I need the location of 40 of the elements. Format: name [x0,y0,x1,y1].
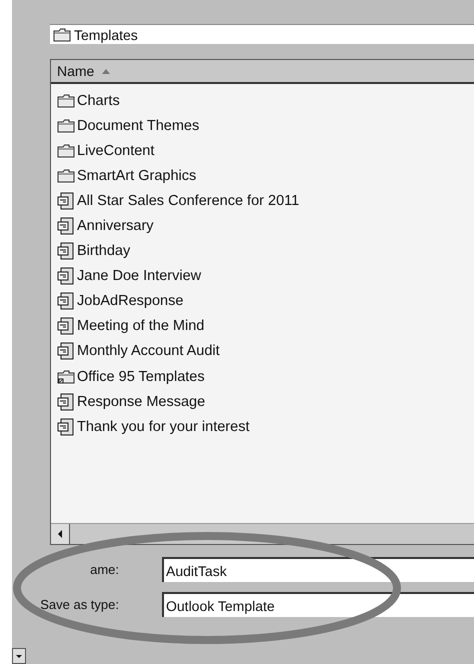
file-list-item[interactable]: JobAdResponse [51,288,474,314]
save-as-type-label: Save as type: [40,597,119,612]
template-icon [57,242,75,260]
file-list-item[interactable]: Monthly Account Audit [51,338,474,364]
template-icon [57,267,75,286]
folder-path-text: Templates [74,26,138,42]
file-list-item[interactable]: Charts [51,88,474,114]
caret-icon [16,654,22,658]
file-list-item[interactable]: All Star Sales Conference for 2011 [51,188,474,214]
template-icon [57,292,75,310]
folder-icon [57,118,75,133]
file-name-label: ame: [90,562,119,577]
file-list-item[interactable]: LiveContent [51,138,474,164]
folder-icon [57,94,75,108]
scroll-left-button[interactable] [51,524,70,544]
file-list-item[interactable]: Meeting of the Mind [51,314,474,339]
file-list-item[interactable]: Anniversary [51,213,474,239]
template-icon [57,217,75,236]
left-arrow-icon [58,530,62,538]
file-list-item[interactable]: SmartArt Graphics [51,163,474,188]
template-icon [57,342,75,360]
file-list-item[interactable]: Jane Doe Interview [51,264,474,289]
folder-icon [57,168,75,183]
file-list-item[interactable]: Birthday [51,238,474,264]
template-icon [57,317,75,336]
template-icon [57,418,75,436]
dropdown-button[interactable] [12,648,26,664]
template-icon [57,192,75,210]
file-list-item[interactable]: Thank you for your interest [51,414,474,440]
name-column-header[interactable]: Name [51,60,474,84]
folder-icon [57,144,75,158]
folder-path-field[interactable]: Templates [50,24,474,44]
folder-icon [53,28,71,42]
file-list-item[interactable]: Office 95 Templates [51,364,474,390]
file-list-item[interactable]: Response Message [51,389,474,414]
file-list-item[interactable]: Document Themes [51,113,474,138]
save-as-type-field[interactable]: Outlook Template [162,592,474,617]
template-icon [57,392,75,411]
file-name-field[interactable]: AuditTask [162,557,474,582]
folder-shortcut-icon [57,370,75,384]
